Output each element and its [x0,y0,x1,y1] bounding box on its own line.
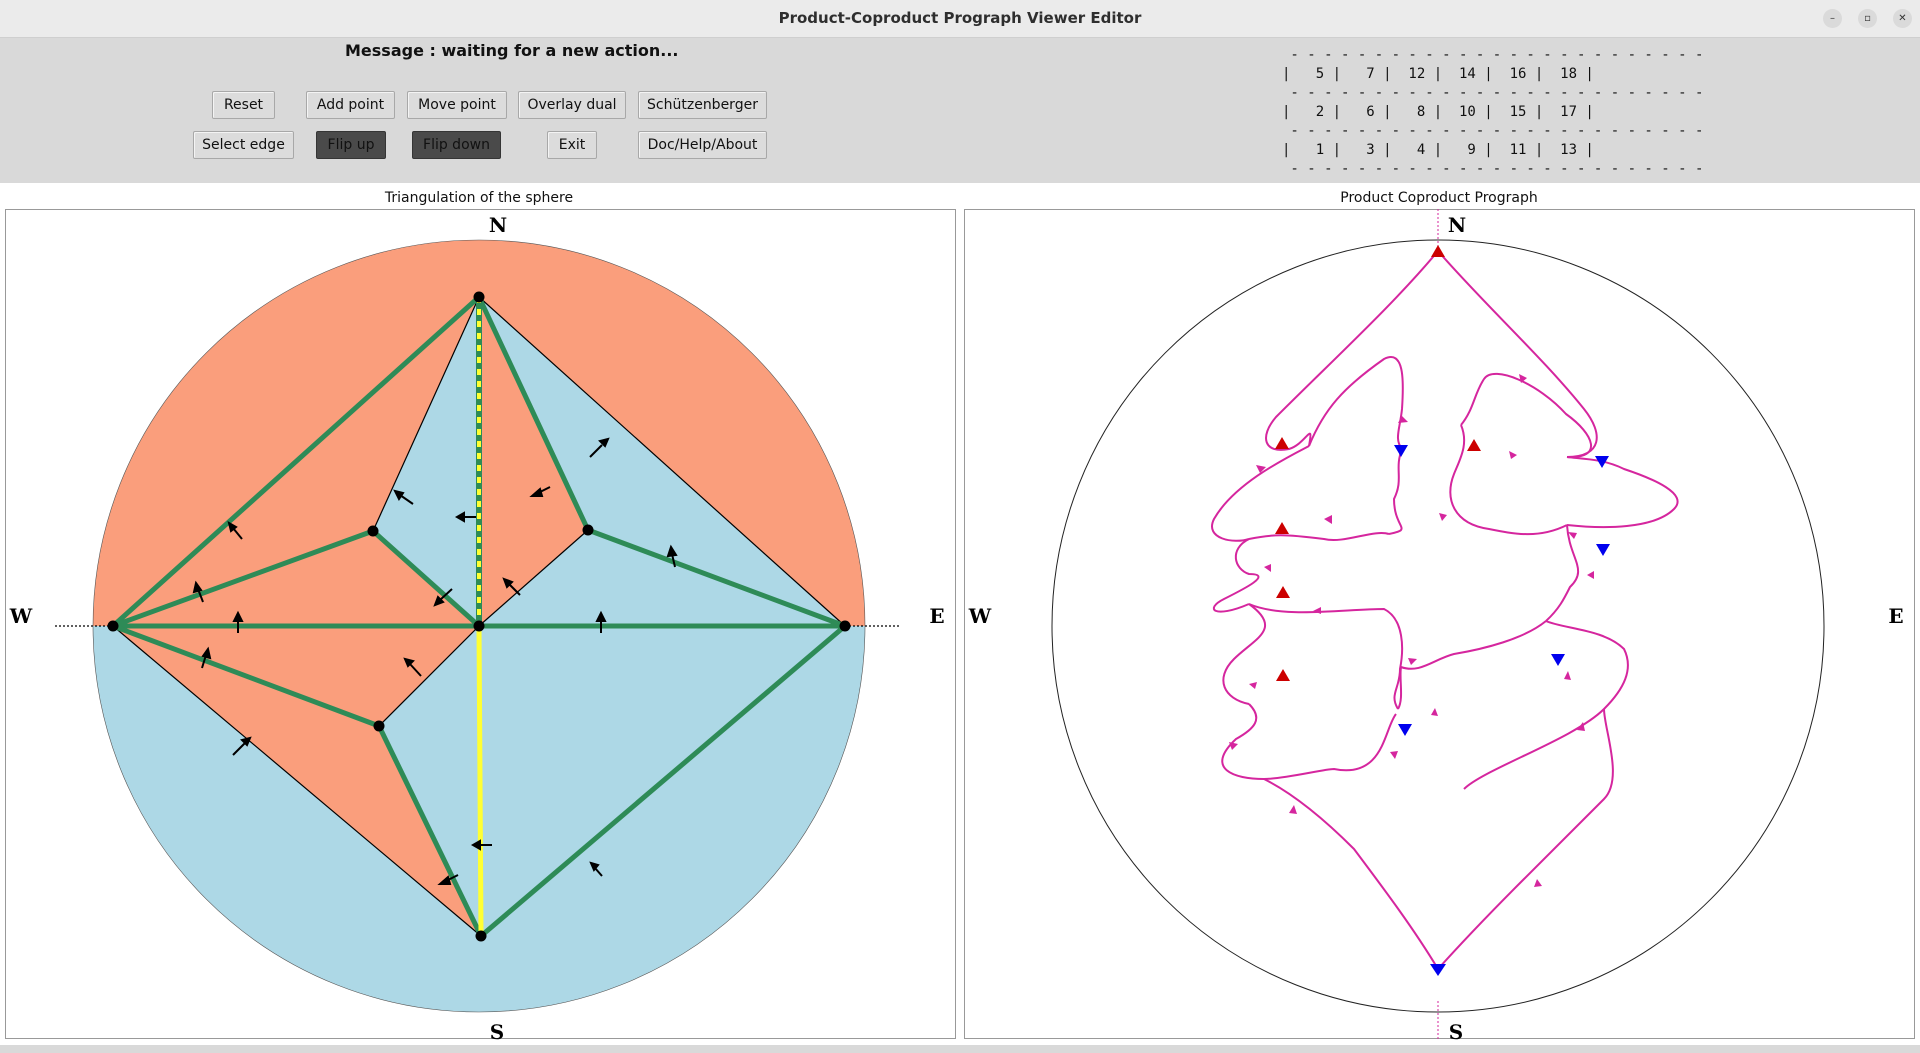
canvas-frame [964,209,1915,1039]
reset-button[interactable]: Reset [212,91,275,119]
maximize-icon[interactable]: ▫ [1858,9,1877,28]
prograph-canvas[interactable]: N S W E [964,209,1916,1041]
flip-down-button[interactable]: Flip down [412,131,501,159]
compass-north: N [1448,213,1466,237]
status-strip [0,1045,1920,1053]
flip-up-button[interactable]: Flip up [316,131,386,159]
left-panel-title: Triangulation of the sphere [384,190,574,206]
triangulation-canvas[interactable]: N S W E [5,209,957,1041]
right-panel-title: Product Coproduct Prograph [1340,190,1538,206]
compass-north: N [489,213,507,237]
compass-west: W [9,604,33,628]
close-icon[interactable]: ✕ [1893,9,1912,28]
exit-button[interactable]: Exit [547,131,597,159]
minimize-icon[interactable]: – [1823,9,1842,28]
compass-east: E [929,604,944,628]
add-point-button[interactable]: Add point [306,91,395,119]
overlay-dual-button[interactable]: Overlay dual [518,91,626,119]
compass-south: S [490,1020,504,1041]
compass-south: S [1449,1020,1463,1041]
selected-edge-yellow[interactable] [476,625,484,937]
move-point-button[interactable]: Move point [407,91,507,119]
title-bar: Product-Coproduct Prograph Viewer Editor… [0,0,1920,38]
doc-help-about-button[interactable]: Doc/Help/About [638,131,767,159]
status-message: Message : waiting for a new action... [345,41,679,60]
canvas-area: Triangulation of the sphere Product Copr… [0,183,1920,1045]
toolbar: Message : waiting for a new action... Re… [0,38,1920,183]
compass-east: E [1888,604,1903,628]
permutation-table: - - - - - - - - - - - - - - - - - - - - … [1282,47,1704,177]
compass-west: W [968,604,992,628]
window-title: Product-Coproduct Prograph Viewer Editor [778,9,1142,27]
schutzenberger-button[interactable]: Schützenberger [638,91,767,119]
select-edge-button[interactable]: Select edge [193,131,294,159]
